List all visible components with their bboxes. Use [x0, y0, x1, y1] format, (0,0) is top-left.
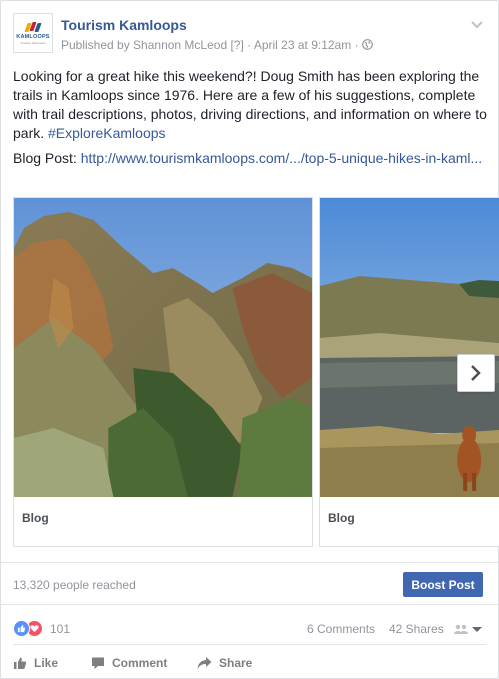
- divider: [13, 644, 486, 645]
- blog-line: Blog Post: http://www.tourismkamloops.co…: [13, 149, 487, 168]
- like-reaction-icon: [13, 620, 30, 637]
- carousel-item-1[interactable]: Blog: [13, 197, 313, 547]
- post-body: Looking for a great hike this weekend?! …: [13, 67, 487, 143]
- hashtag-link[interactable]: #ExploreKamloops: [48, 125, 166, 141]
- comment-icon: [92, 657, 104, 669]
- meta-separator: ·: [247, 38, 252, 52]
- reaction-count[interactable]: 101: [50, 622, 70, 636]
- globe-icon: [362, 38, 373, 52]
- published-by[interactable]: Published by Shannon McLeod: [61, 38, 227, 52]
- divider: [1, 562, 498, 563]
- share-label: Share: [219, 656, 253, 670]
- page-avatar[interactable]: KAMLOOPS Tourism Kamloops: [13, 13, 53, 53]
- comment-button[interactable]: Comment: [91, 655, 167, 671]
- page-name-link[interactable]: Tourism Kamloops: [61, 17, 187, 33]
- like-button[interactable]: Like: [13, 655, 58, 671]
- chevron-right-icon: [471, 365, 481, 381]
- avatar-tagline: Tourism Kamloops: [20, 40, 46, 45]
- post-date[interactable]: April 23 at 9:12am: [254, 38, 351, 52]
- shares-count[interactable]: 42 Shares: [389, 622, 444, 636]
- chevron-down-icon[interactable]: [470, 17, 484, 29]
- blog-label: Blog Post:: [13, 150, 77, 166]
- help-marker[interactable]: [?]: [230, 38, 243, 52]
- carousel-caption-2[interactable]: Blog: [328, 511, 355, 525]
- comments-count[interactable]: 6 Comments: [307, 622, 375, 636]
- divider: [1, 604, 498, 605]
- kamloops-logo-icon: [24, 21, 42, 32]
- people-reached[interactable]: 13,320 people reached: [13, 578, 136, 592]
- post-meta: Published by Shannon McLeod [?] · April …: [61, 38, 373, 52]
- boost-post-button[interactable]: Boost Post: [403, 572, 483, 597]
- carousel-next-button[interactable]: [457, 354, 495, 392]
- meta-separator-2: ·: [354, 38, 359, 52]
- thumbs-up-icon: [14, 657, 27, 669]
- carousel-caption-1[interactable]: Blog: [22, 511, 49, 525]
- share-button[interactable]: Share: [197, 655, 252, 671]
- like-label: Like: [34, 656, 59, 670]
- share-arrow-icon: [197, 657, 212, 669]
- reaction-icons[interactable]: [13, 620, 47, 638]
- share-audience-dropdown[interactable]: [453, 621, 485, 637]
- post-card: KAMLOOPS Tourism Kamloops Tourism Kamloo…: [0, 0, 499, 679]
- post-header: KAMLOOPS Tourism Kamloops Tourism Kamloo…: [13, 13, 486, 57]
- avatar-brand: KAMLOOPS: [16, 33, 50, 40]
- lake-dog-photo: [320, 198, 499, 497]
- blog-url-link[interactable]: http://www.tourismkamloops.com/.../top-5…: [81, 150, 482, 166]
- canyon-photo: [14, 198, 312, 497]
- comment-label: Comment: [112, 656, 168, 670]
